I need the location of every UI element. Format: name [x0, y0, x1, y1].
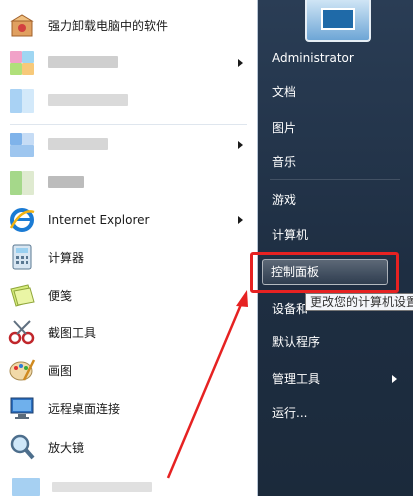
annotation-arrow-icon	[166, 290, 248, 479]
